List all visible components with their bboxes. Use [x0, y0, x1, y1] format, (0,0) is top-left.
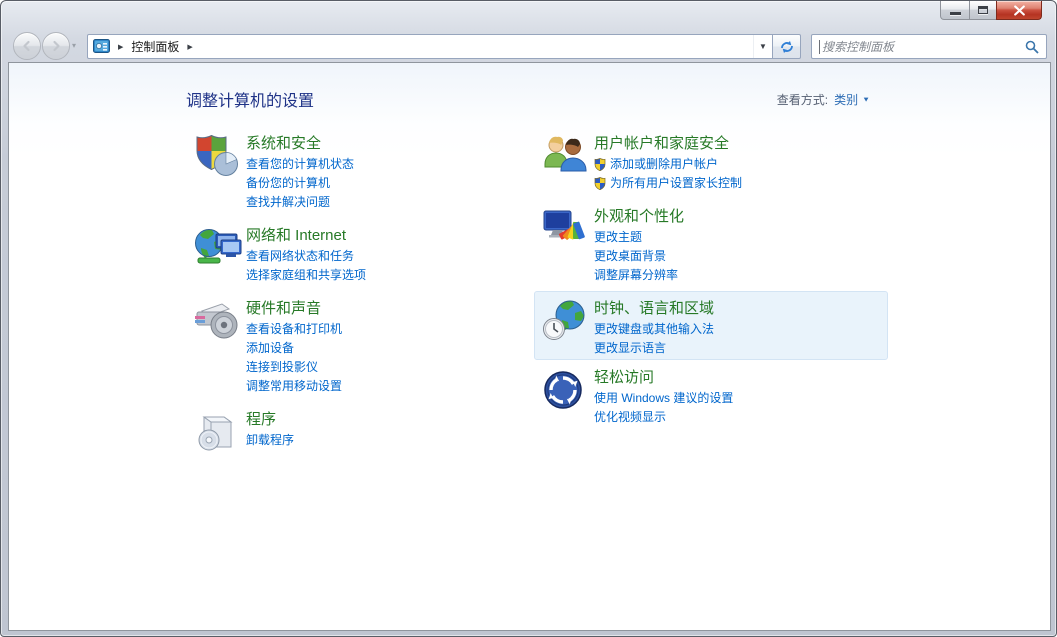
- category-title-hardware-sound[interactable]: 硬件和声音: [246, 298, 342, 320]
- control-panel-icon: [93, 39, 110, 54]
- minimize-button[interactable]: [940, 1, 970, 20]
- address-bar: ▶ 控制面板 ▶ ▼: [87, 34, 801, 59]
- category-hardware-sound: 硬件和声音 查看设备和打印机添加设备连接到投影仪调整常用移动设置: [186, 297, 516, 396]
- task-link-label: 查看您的计算机状态: [246, 155, 354, 174]
- task-link[interactable]: 更改键盘或其他输入法: [594, 320, 714, 339]
- category-title-programs[interactable]: 程序: [246, 409, 294, 431]
- view-by-control: 查看方式: 类别 ▼: [777, 91, 870, 108]
- task-link-label: 查看网络状态和任务: [246, 247, 354, 266]
- task-link-label: 连接到投影仪: [246, 358, 318, 377]
- window-controls: [940, 1, 1042, 20]
- category-title-system-security[interactable]: 系统和安全: [246, 133, 354, 155]
- task-link[interactable]: 调整屏幕分辨率: [594, 266, 684, 285]
- task-link[interactable]: 使用 Windows 建议的设置: [594, 389, 733, 408]
- task-link[interactable]: 选择家庭组和共享选项: [246, 266, 366, 285]
- task-link[interactable]: 为所有用户设置家长控制: [594, 174, 742, 193]
- task-link-label: 更改主题: [594, 228, 642, 247]
- category-title-appearance-personalization[interactable]: 外观和个性化: [594, 206, 684, 228]
- category-title-user-accounts-family-safety[interactable]: 用户帐户和家庭安全: [594, 133, 742, 155]
- category-column-left: 系统和安全 查看您的计算机状态备份您的计算机查找并解决问题 网络和 Intern…: [186, 132, 516, 466]
- task-link[interactable]: 查看设备和打印机: [246, 320, 342, 339]
- clock-region-icon: [542, 299, 590, 343]
- forward-button[interactable]: [42, 32, 70, 60]
- forward-arrow-icon: [50, 40, 62, 52]
- view-by-dropdown-icon: ▼: [862, 96, 870, 104]
- task-link-label: 卸载程序: [246, 431, 294, 450]
- user-accounts-icon: [542, 134, 590, 178]
- category-appearance-personalization: 外观和个性化 更改主题更改桌面背景调整屏幕分辨率: [534, 205, 886, 285]
- category-network-internet: 网络和 Internet 查看网络状态和任务选择家庭组和共享选项: [186, 224, 516, 285]
- task-link-label: 选择家庭组和共享选项: [246, 266, 366, 285]
- view-by-label: 查看方式:: [777, 91, 828, 108]
- breadcrumb-root[interactable]: 控制面板: [131, 38, 179, 55]
- category-column-right: 用户帐户和家庭安全 添加或删除用户帐户 为所有用户设置家长控制 外观和个性化 更…: [534, 132, 886, 439]
- search-box: [811, 34, 1047, 59]
- task-link[interactable]: 更改显示语言: [594, 339, 714, 358]
- task-link-label: 优化视频显示: [594, 408, 666, 427]
- category-user-accounts-family-safety: 用户帐户和家庭安全 添加或删除用户帐户 为所有用户设置家长控制: [534, 132, 886, 193]
- back-arrow-icon: [21, 40, 33, 52]
- control-panel-window: ▾ ▶ 控制面板 ▶ ▼: [0, 0, 1057, 637]
- task-link-label: 添加或删除用户帐户: [610, 155, 718, 174]
- task-link-label: 更改显示语言: [594, 339, 666, 358]
- close-icon: [1013, 5, 1026, 16]
- task-link[interactable]: 备份您的计算机: [246, 174, 354, 193]
- task-link[interactable]: 查看网络状态和任务: [246, 247, 366, 266]
- task-link-label: 备份您的计算机: [246, 174, 330, 193]
- category-clock-language-region: 时钟、语言和区域 更改键盘或其他输入法更改显示语言: [534, 297, 886, 358]
- hardware-sound-icon: [194, 299, 242, 343]
- task-link-label: 更改键盘或其他输入法: [594, 320, 714, 339]
- view-by-value: 类别: [834, 91, 858, 108]
- task-link-label: 为所有用户设置家长控制: [610, 174, 742, 193]
- refresh-icon: [779, 40, 795, 54]
- category-title-network-internet[interactable]: 网络和 Internet: [246, 225, 366, 247]
- minimize-icon: [950, 12, 961, 15]
- uac-shield-icon: [594, 177, 606, 190]
- breadcrumb-arrow-icon[interactable]: ▶: [118, 43, 123, 51]
- task-link[interactable]: 查看您的计算机状态: [246, 155, 354, 174]
- view-by-dropdown[interactable]: 类别 ▼: [834, 91, 870, 108]
- task-link[interactable]: 卸载程序: [246, 431, 294, 450]
- category-title-clock-language-region[interactable]: 时钟、语言和区域: [594, 298, 714, 320]
- programs-icon: [194, 410, 242, 454]
- task-link[interactable]: 更改主题: [594, 228, 684, 247]
- task-link[interactable]: 添加或删除用户帐户: [594, 155, 742, 174]
- search-icon[interactable]: [1025, 40, 1039, 54]
- category-title-ease-of-access[interactable]: 轻松访问: [594, 367, 733, 389]
- refresh-button[interactable]: [773, 34, 801, 59]
- network-internet-icon: [194, 226, 242, 270]
- task-link-label: 调整常用移动设置: [246, 377, 342, 396]
- search-caret: [819, 40, 820, 54]
- recent-pages-chevron[interactable]: ▾: [72, 41, 76, 50]
- back-button[interactable]: [13, 32, 41, 60]
- task-link[interactable]: 调整常用移动设置: [246, 377, 342, 396]
- category-programs: 程序 卸载程序: [186, 408, 516, 454]
- breadcrumb-arrow-icon[interactable]: ▶: [187, 43, 192, 51]
- task-link-label: 添加设备: [246, 339, 294, 358]
- breadcrumb[interactable]: ▶ 控制面板 ▶ ▼: [87, 34, 773, 59]
- category-system-security: 系统和安全 查看您的计算机状态备份您的计算机查找并解决问题: [186, 132, 516, 212]
- task-link[interactable]: 连接到投影仪: [246, 358, 342, 377]
- ease-of-access-icon: [542, 368, 590, 412]
- address-dropdown-icon[interactable]: ▼: [753, 35, 772, 58]
- system-security-icon: [194, 134, 242, 178]
- page-title: 调整计算机的设置: [186, 87, 314, 111]
- task-link[interactable]: 查找并解决问题: [246, 193, 354, 212]
- task-link-label: 更改桌面背景: [594, 247, 666, 266]
- appearance-icon: [542, 207, 590, 251]
- maximize-button[interactable]: [969, 1, 997, 20]
- task-link[interactable]: 优化视频显示: [594, 408, 733, 427]
- category-ease-of-access: 轻松访问 使用 Windows 建议的设置优化视频显示: [534, 366, 886, 427]
- task-link-label: 使用 Windows 建议的设置: [594, 389, 733, 408]
- uac-shield-icon: [594, 158, 606, 171]
- task-link-label: 查找并解决问题: [246, 193, 330, 212]
- task-link-label: 查看设备和打印机: [246, 320, 342, 339]
- task-link-label: 调整屏幕分辨率: [594, 266, 678, 285]
- search-input[interactable]: [822, 40, 1025, 54]
- close-button[interactable]: [996, 1, 1042, 20]
- task-link[interactable]: 添加设备: [246, 339, 342, 358]
- maximize-icon: [978, 6, 988, 14]
- content-area: 调整计算机的设置 查看方式: 类别 ▼ 系统和安全 查看您的计算机状态备份您的计…: [9, 63, 1050, 630]
- task-link[interactable]: 更改桌面背景: [594, 247, 684, 266]
